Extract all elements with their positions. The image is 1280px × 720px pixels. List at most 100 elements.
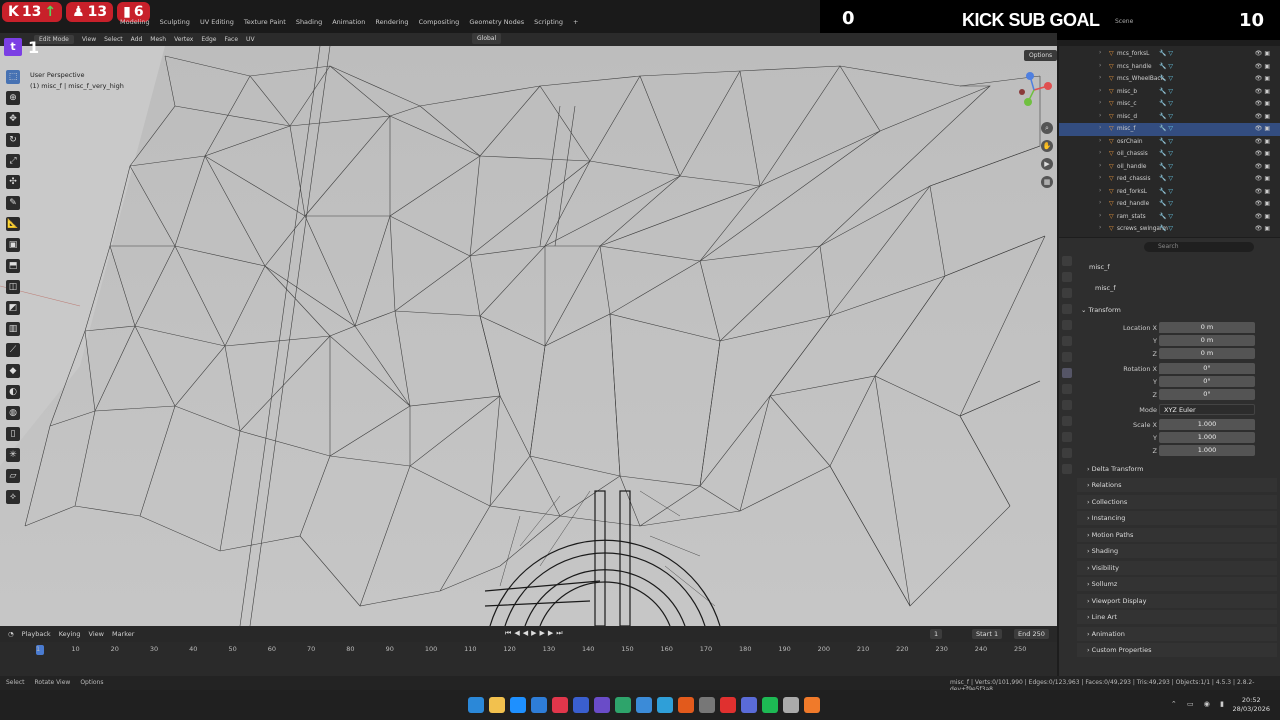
taskbar-app-icon[interactable] xyxy=(573,697,589,713)
tab-compositing[interactable]: Compositing xyxy=(419,18,460,26)
outliner-row[interactable]: › ▽ red_handle 🔧 ▽ 👁 ▣ xyxy=(1059,198,1280,211)
smooth-tool-icon[interactable]: ◍ xyxy=(6,406,20,420)
constraints-tab-icon[interactable] xyxy=(1062,432,1072,442)
taskbar-app-icon[interactable] xyxy=(783,697,799,713)
taskbar-app-icon[interactable] xyxy=(636,697,652,713)
rip-tool-icon[interactable]: ⟡ xyxy=(6,490,20,504)
poly-build-tool-icon[interactable]: ◆ xyxy=(6,364,20,378)
line-art-panel[interactable]: › Line Art xyxy=(1077,610,1277,624)
taskbar-app-icon[interactable] xyxy=(699,697,715,713)
tab-geometry-nodes[interactable]: Geometry Nodes xyxy=(469,18,524,26)
visibility-eye-icon[interactable]: 👁 ▣ xyxy=(1255,88,1270,95)
menu-add[interactable]: Add xyxy=(131,36,143,43)
taskbar-clock[interactable]: 20:52 28/03/2026 xyxy=(1233,696,1270,714)
menu-playback[interactable]: Playback xyxy=(22,630,51,638)
edge-slide-tool-icon[interactable]: ▯ xyxy=(6,427,20,441)
add-workspace-button[interactable]: + xyxy=(573,18,578,26)
visibility-eye-icon[interactable]: 👁 ▣ xyxy=(1255,138,1270,145)
taskbar-app-icon[interactable] xyxy=(741,697,757,713)
next-key-icon[interactable]: ▶▶ xyxy=(539,629,556,637)
taskbar-app-icon[interactable] xyxy=(678,697,694,713)
tab-sculpting[interactable]: Sculpting xyxy=(160,18,190,26)
scale-z-field[interactable]: 1.000 xyxy=(1159,445,1255,456)
navigation-gizmo-icon[interactable] xyxy=(1016,70,1052,110)
motion-paths-panel[interactable]: › Motion Paths xyxy=(1077,527,1277,542)
collections-panel[interactable]: › Collections xyxy=(1077,494,1277,509)
tool-tab-icon[interactable] xyxy=(1062,256,1072,266)
grid-icon[interactable]: ▦ xyxy=(1041,176,1053,188)
outliner-row[interactable]: › ▽ red_chassis 🔧 ▽ 👁 ▣ xyxy=(1059,173,1280,186)
measure-tool-icon[interactable]: 📐 xyxy=(6,217,20,231)
visibility-eye-icon[interactable]: 👁 ▣ xyxy=(1255,100,1270,107)
collection-tab-icon[interactable] xyxy=(1062,352,1072,362)
scene-tab-icon[interactable] xyxy=(1062,320,1072,330)
expand-icon[interactable]: › xyxy=(1099,63,1101,69)
tab-scripting[interactable]: Scripting xyxy=(534,18,563,26)
taskbar-app-icon[interactable] xyxy=(657,697,673,713)
camera-icon[interactable]: ▶ xyxy=(1041,158,1053,170)
world-tab-icon[interactable] xyxy=(1062,336,1072,346)
loop-cut-tool-icon[interactable]: ▥ xyxy=(6,322,20,336)
start-frame-field[interactable]: Start 1 xyxy=(972,629,1003,639)
rotation-z-field[interactable]: 0° xyxy=(1159,389,1255,400)
rotation-x-field[interactable]: 0° xyxy=(1159,363,1255,374)
expand-icon[interactable]: › xyxy=(1099,200,1101,206)
object-tab-icon[interactable] xyxy=(1062,368,1072,378)
visibility-eye-icon[interactable]: 👁 ▣ xyxy=(1255,113,1270,120)
rotation-y-field[interactable]: 0° xyxy=(1159,376,1255,387)
taskbar-app-icon[interactable] xyxy=(762,697,778,713)
scene-selector[interactable]: Scene xyxy=(1115,18,1133,25)
outliner-row[interactable]: › ▽ ram_stats 🔧 ▽ 👁 ▣ xyxy=(1059,211,1280,224)
material-tab-icon[interactable] xyxy=(1062,464,1072,474)
taskbar-app-icon[interactable] xyxy=(720,697,736,713)
menu-edge[interactable]: Edge xyxy=(201,36,216,43)
bevel-tool-icon[interactable]: ◩ xyxy=(6,301,20,315)
tab-modeling[interactable]: Modeling xyxy=(120,18,150,26)
transform-panel-header[interactable]: ⌄ Transform xyxy=(1081,306,1121,314)
inset-tool-icon[interactable]: ◫ xyxy=(6,280,20,294)
visibility-eye-icon[interactable]: 👁 ▣ xyxy=(1255,200,1270,207)
outliner-row[interactable]: › ▽ mcs_handle 🔧 ▽ 👁 ▣ xyxy=(1059,61,1280,74)
tab-rendering[interactable]: Rendering xyxy=(375,18,408,26)
visibility-panel[interactable]: › Visibility xyxy=(1077,560,1277,575)
shading-panel[interactable]: › Shading xyxy=(1077,544,1277,558)
shear-tool-icon[interactable]: ▱ xyxy=(6,469,20,483)
tab-animation[interactable]: Animation xyxy=(332,18,365,26)
instancing-panel[interactable]: › Instancing xyxy=(1077,511,1277,525)
system-tray-icons[interactable]: ⌃ ▭ ◉ ▮ xyxy=(1171,700,1228,708)
end-frame-field[interactable]: End 250 xyxy=(1014,629,1049,639)
outliner-row[interactable]: › ▽ mcs_WheelBack 🔧 ▽ 👁 ▣ xyxy=(1059,73,1280,86)
menu-face[interactable]: Face xyxy=(224,36,238,43)
taskbar-app-icon[interactable] xyxy=(468,697,484,713)
outliner-row[interactable]: › ▽ misc_d 🔧 ▽ 👁 ▣ xyxy=(1059,111,1280,124)
knife-tool-icon[interactable]: ⟋ xyxy=(6,343,20,357)
expand-icon[interactable]: › xyxy=(1099,150,1101,156)
outliner-row[interactable]: › ▽ red_forksL 🔧 ▽ 👁 ▣ xyxy=(1059,186,1280,199)
location-y-field[interactable]: 0 m xyxy=(1159,335,1255,346)
tab-uv-editing[interactable]: UV Editing xyxy=(200,18,234,26)
select-box-tool-icon[interactable]: ⬚ xyxy=(6,70,20,84)
frame-ruler[interactable]: 1 10 20 30 40 50 60 70 80 90 100 110 120 130 140 150 160… xyxy=(0,643,1057,657)
annotate-tool-icon[interactable]: ✎ xyxy=(6,196,20,210)
taskbar-app-icon[interactable] xyxy=(489,697,505,713)
expand-icon[interactable]: › xyxy=(1099,163,1101,169)
data-tab-icon[interactable] xyxy=(1062,448,1072,458)
expand-icon[interactable]: › xyxy=(1099,175,1101,181)
visibility-eye-icon[interactable]: 👁 ▣ xyxy=(1255,175,1270,182)
outliner-row-selected[interactable]: › ▽ misc_f 🔧 ▽ 👁 ▣ xyxy=(1059,123,1280,136)
viewport-display-panel[interactable]: › Viewport Display xyxy=(1077,593,1277,608)
scale-tool-icon[interactable]: ⤢ xyxy=(6,154,20,168)
outliner-row[interactable]: › ▽ osrChain 🔧 ▽ 👁 ▣ xyxy=(1059,136,1280,149)
relations-panel[interactable]: › Relations xyxy=(1077,478,1277,492)
expand-icon[interactable]: › xyxy=(1099,75,1101,81)
expand-icon[interactable]: › xyxy=(1099,138,1101,144)
taskbar-app-icon[interactable] xyxy=(615,697,631,713)
properties-search-input[interactable]: Search xyxy=(1144,242,1254,252)
expand-icon[interactable]: › xyxy=(1099,213,1101,219)
scale-y-field[interactable]: 1.000 xyxy=(1159,432,1255,443)
visibility-eye-icon[interactable]: 👁 ▣ xyxy=(1255,225,1270,232)
tab-texture-paint[interactable]: Texture Paint xyxy=(244,18,286,26)
visibility-eye-icon[interactable]: 👁 ▣ xyxy=(1255,163,1270,170)
scale-x-field[interactable]: 1.000 xyxy=(1159,419,1255,430)
taskbar-app-icon[interactable] xyxy=(552,697,568,713)
